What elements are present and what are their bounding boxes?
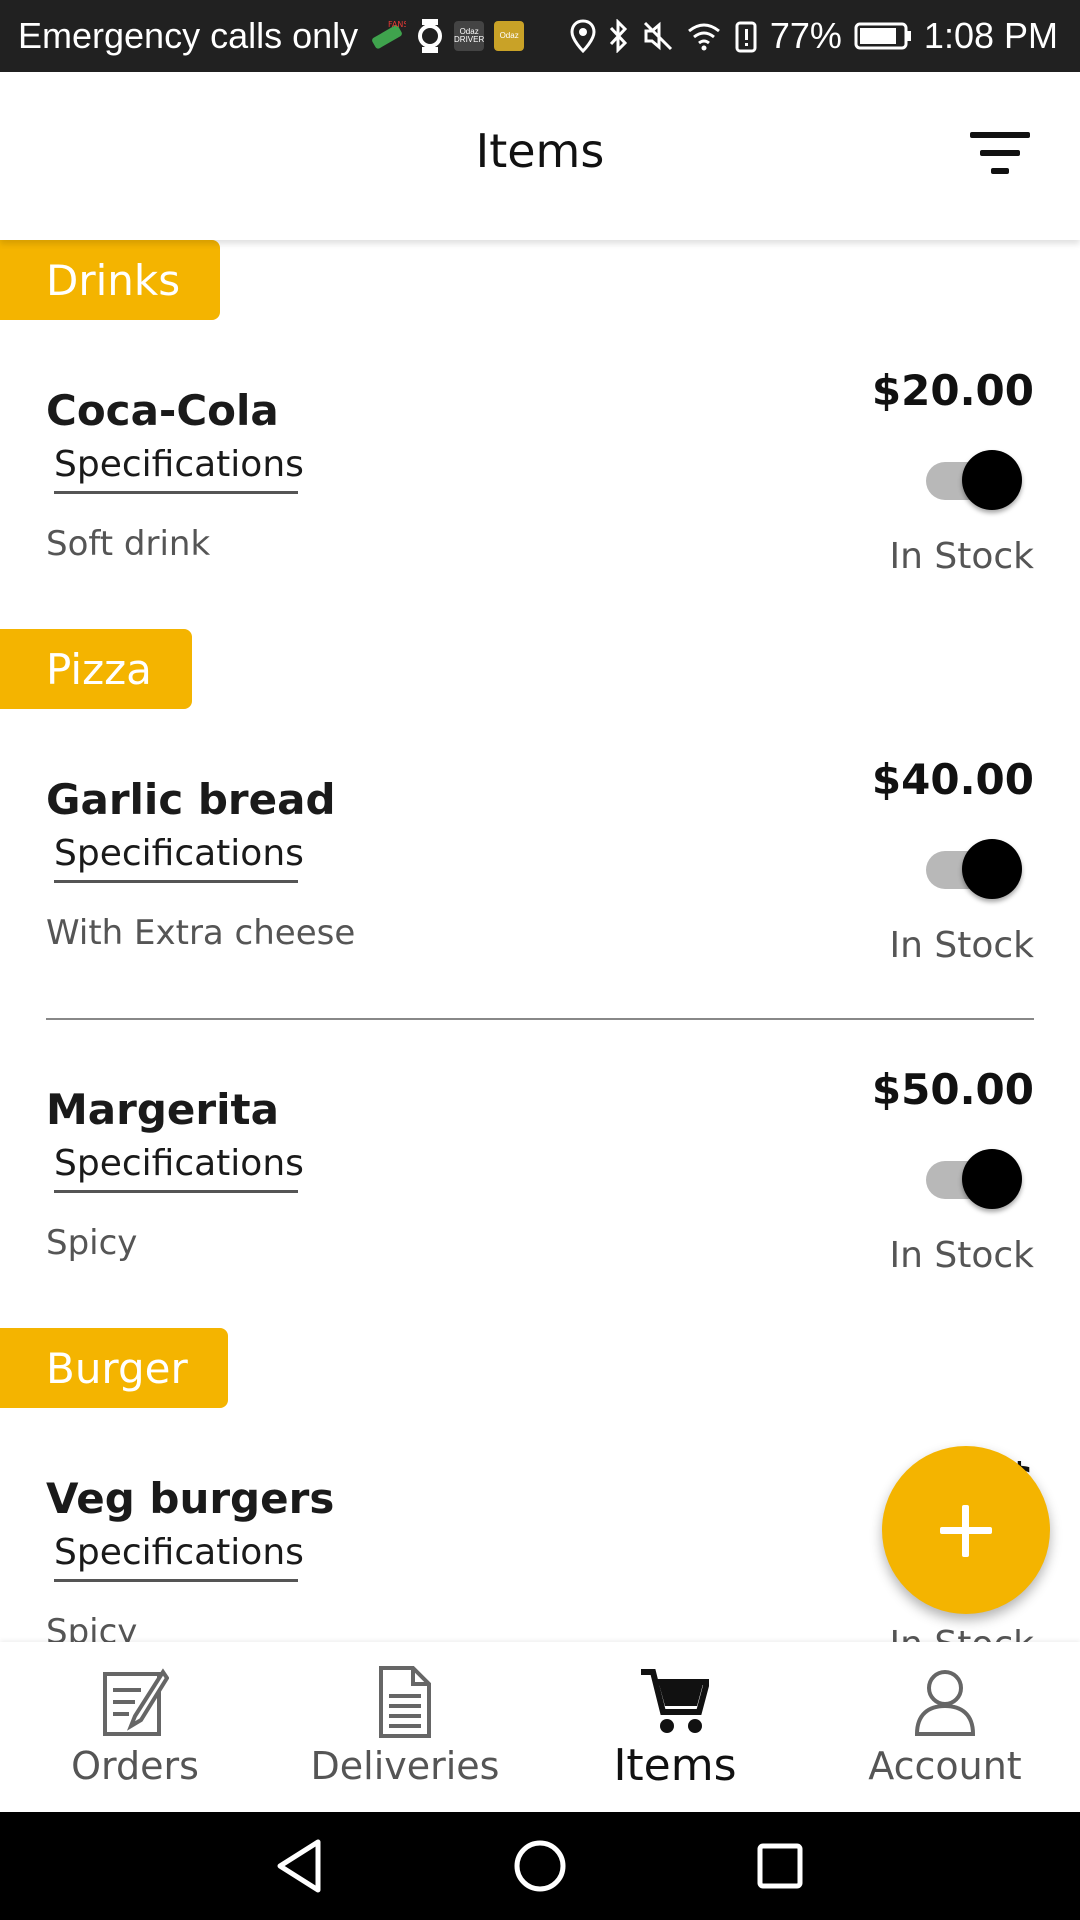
orders-icon	[101, 1666, 170, 1738]
item-description: With Extra cheese	[46, 913, 356, 953]
clock: 1:08 PM	[923, 15, 1058, 56]
item-description: Soft drink	[46, 524, 211, 564]
item-description: Spicy	[46, 1612, 138, 1642]
item-row[interactable]: Margerita Specifications Spicy $50.00 In…	[0, 1049, 1080, 1289]
battery-icon	[854, 21, 912, 51]
battery-percent: 77%	[769, 15, 842, 56]
watch-icon	[416, 17, 444, 55]
nav-deliveries[interactable]: Deliveries	[270, 1642, 540, 1812]
stock-status: In Stock	[889, 1235, 1034, 1276]
nav-label: Orders	[71, 1744, 199, 1788]
person-icon	[911, 1666, 979, 1738]
specifications-button[interactable]: Specifications	[54, 1532, 304, 1582]
category-drinks: Drinks	[0, 240, 221, 320]
stock-toggle[interactable]	[926, 446, 1022, 510]
item-row[interactable]: Garlic bread Specifications With Extra c…	[0, 739, 1080, 979]
filter-button[interactable]	[970, 132, 1030, 180]
filter-icon-mid	[980, 150, 1020, 156]
stock-status: In Stock	[889, 925, 1034, 966]
nav-label: Account	[868, 1744, 1022, 1788]
plus-icon-vertical	[962, 1505, 969, 1557]
item-price: $20.00	[871, 366, 1034, 415]
specifications-button[interactable]: Specifications	[54, 1143, 304, 1193]
divider	[46, 1018, 1034, 1020]
stock-status: In Stock	[889, 1624, 1034, 1642]
category-pizza: Pizza	[0, 629, 192, 709]
nav-label: Deliveries	[310, 1744, 500, 1788]
bluetooth-icon	[608, 19, 630, 53]
toggle-thumb	[962, 450, 1022, 510]
system-nav-bar	[0, 1812, 1080, 1920]
nav-orders[interactable]: Orders	[0, 1642, 270, 1812]
stock-toggle[interactable]	[926, 835, 1022, 899]
odaz-driver-app-icon: Odaz DRIVER	[454, 21, 484, 51]
stock-status: In Stock	[889, 536, 1034, 577]
toggle-thumb	[962, 1149, 1022, 1209]
nav-label: Items	[613, 1740, 737, 1791]
battery-alert-icon	[734, 19, 758, 53]
odaz-app-icon: Odaz	[494, 21, 525, 51]
mute-icon	[642, 20, 674, 52]
bottom-nav: Orders Deliveries Items Account	[0, 1642, 1080, 1812]
item-name: Margerita	[46, 1085, 279, 1134]
add-item-button[interactable]	[882, 1446, 1050, 1614]
item-name: Garlic bread	[46, 775, 336, 824]
status-bar: Emergency calls only FANS Odaz DRIVER Od…	[0, 0, 1080, 72]
toggle-thumb	[962, 839, 1022, 899]
nav-account[interactable]: Account	[810, 1642, 1080, 1812]
filter-icon-bottom	[991, 168, 1009, 174]
recents-icon[interactable]	[750, 1836, 810, 1896]
filter-icon	[970, 132, 1030, 138]
location-icon	[570, 19, 596, 53]
cart-icon	[641, 1666, 711, 1738]
carrier-text: Emergency calls only	[18, 15, 359, 56]
item-price: $40.00	[871, 755, 1034, 804]
item-row[interactable]: Coca-Cola Specifications Soft drink $20.…	[0, 350, 1080, 590]
wifi-icon	[686, 21, 722, 51]
svg-text:FANS: FANS	[388, 20, 406, 29]
page-title: Items	[475, 124, 605, 178]
item-description: Spicy	[46, 1223, 138, 1263]
specifications-button[interactable]: Specifications	[54, 833, 304, 883]
game-notification-icon: FANS	[368, 17, 406, 55]
app-header: Items	[0, 72, 1080, 240]
back-icon[interactable]	[270, 1836, 330, 1896]
item-name: Veg burgers	[46, 1474, 335, 1523]
document-icon	[371, 1666, 439, 1738]
items-list[interactable]: Drinks Coca-Cola Specifications Soft dri…	[0, 240, 1080, 1642]
item-name: Coca-Cola	[46, 386, 279, 435]
item-price: $50.00	[871, 1065, 1034, 1114]
category-burger: Burger	[0, 1328, 228, 1408]
nav-items[interactable]: Items	[540, 1642, 810, 1812]
stock-toggle[interactable]	[926, 1145, 1022, 1209]
home-icon[interactable]	[510, 1836, 570, 1896]
specifications-button[interactable]: Specifications	[54, 444, 304, 494]
